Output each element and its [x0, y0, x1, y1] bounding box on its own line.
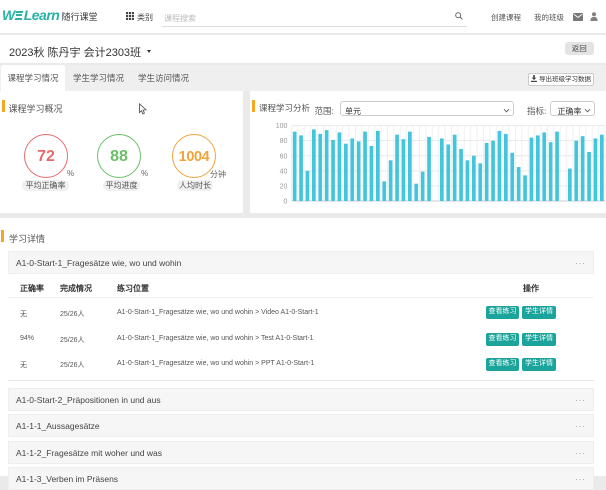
svg-text:20: 20: [280, 183, 288, 190]
svg-text:0: 0: [284, 199, 288, 206]
svg-text:80: 80: [280, 138, 288, 145]
svg-text:60: 60: [280, 153, 288, 160]
svg-text:40: 40: [280, 168, 288, 175]
svg-text:100: 100: [276, 123, 288, 130]
